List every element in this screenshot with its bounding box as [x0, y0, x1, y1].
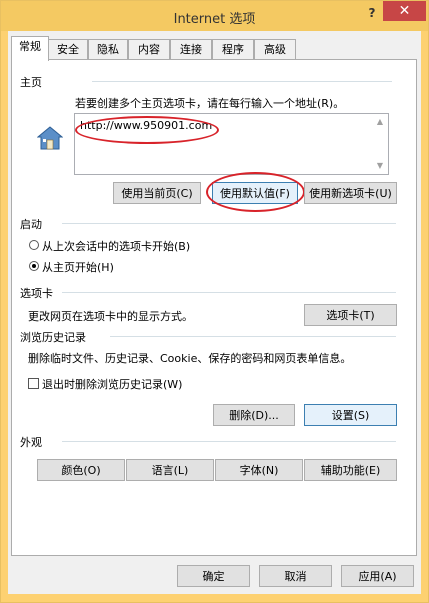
accessibility-button[interactable]: 辅助功能(E) [304, 459, 397, 481]
fonts-button[interactable]: 字体(N) [215, 459, 303, 481]
history-group-title: 浏览历史记录 [20, 331, 86, 344]
tabs-description: 更改网页在选项卡中的显示方式。 [28, 310, 193, 323]
url-highlight-annotation [75, 116, 219, 144]
apply-button[interactable]: 应用(A) [341, 565, 414, 587]
startup-last-session-radio[interactable] [29, 240, 39, 250]
tab-connections[interactable]: 连接 [170, 39, 212, 60]
tab-content[interactable]: 内容 [128, 39, 170, 60]
startup-home-radio[interactable] [29, 261, 39, 271]
help-button[interactable]: ? [361, 4, 383, 22]
ok-button[interactable]: 确定 [177, 565, 250, 587]
tabs-group-divider [62, 292, 396, 293]
startup-group-divider [62, 223, 396, 224]
cancel-button[interactable]: 取消 [259, 565, 332, 587]
appearance-group-divider [62, 441, 396, 442]
startup-last-session-label[interactable]: 从上次会话中的选项卡开始(B) [42, 238, 190, 254]
appearance-group-title: 外观 [20, 436, 42, 449]
history-description: 删除临时文件、历史记录、Cookie、保存的密码和网页表单信息。 [28, 352, 352, 365]
home-group-title: 主页 [20, 76, 42, 89]
languages-button[interactable]: 语言(L) [126, 459, 214, 481]
tab-advanced[interactable]: 高级 [254, 39, 296, 60]
use-current-button[interactable]: 使用当前页(C) [113, 182, 201, 204]
default-button-highlight-annotation [206, 172, 305, 212]
scroll-down-arrow-icon[interactable]: ▼ [374, 160, 386, 172]
tabs-group-title: 选项卡 [20, 287, 53, 300]
history-settings-button[interactable]: 设置(S) [304, 404, 397, 426]
general-tab-panel: 主页 若要创建多个主页选项卡，请在每行输入一个地址(R)。 http://www… [11, 59, 417, 556]
startup-group-title: 启动 [20, 218, 42, 231]
close-button[interactable]: ✕ [383, 1, 426, 21]
tab-general[interactable]: 常规 [11, 36, 49, 61]
dialog-client: 常规 安全 隐私 内容 连接 程序 高级 主页 若要创建多个主页选项卡，请在每行… [8, 31, 421, 594]
internet-options-window: Internet 选项 ? ✕ 常规 安全 隐私 内容 连接 程序 高级 主页 … [0, 0, 429, 603]
delete-on-exit-checkbox[interactable] [28, 378, 39, 389]
home-page-icon [37, 126, 63, 150]
tab-programs[interactable]: 程序 [212, 39, 254, 60]
colors-button[interactable]: 颜色(O) [37, 459, 125, 481]
history-group-divider [110, 336, 396, 337]
home-instruction: 若要创建多个主页选项卡，请在每行输入一个地址(R)。 [75, 97, 345, 110]
delete-on-exit-label[interactable]: 退出时删除浏览历史记录(W) [42, 376, 182, 392]
scroll-up-arrow-icon[interactable]: ▲ [374, 116, 386, 128]
delete-history-button[interactable]: 删除(D)... [213, 404, 295, 426]
startup-home-label[interactable]: 从主页开始(H) [42, 259, 114, 275]
tab-privacy[interactable]: 隐私 [88, 39, 128, 60]
home-group-divider [92, 81, 392, 82]
use-new-tab-button[interactable]: 使用新选项卡(U) [304, 182, 397, 204]
title-bar[interactable]: Internet 选项 ? ✕ [1, 1, 428, 31]
tab-security[interactable]: 安全 [48, 39, 88, 60]
tabs-settings-button[interactable]: 选项卡(T) [304, 304, 397, 326]
